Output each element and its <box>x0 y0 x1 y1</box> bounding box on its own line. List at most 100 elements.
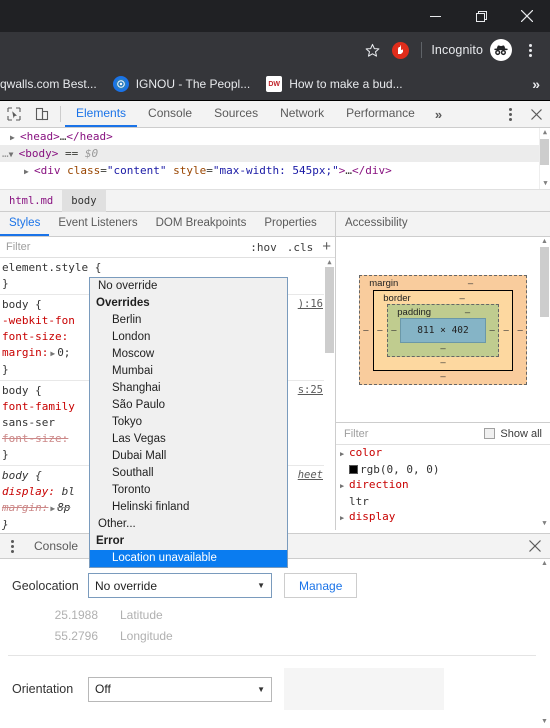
dropdown-option-mumbai[interactable]: Mumbai <box>90 363 287 380</box>
chrome-menu-icon[interactable] <box>516 36 544 64</box>
css-property[interactable]: font-size: <box>2 330 68 343</box>
maximize-button[interactable] <box>458 0 504 32</box>
close-button[interactable] <box>504 0 550 32</box>
rule-source-link[interactable]: heet <box>298 469 323 481</box>
tab-elements[interactable]: Elements <box>65 101 138 127</box>
box-model-scrollbar[interactable]: ▲ <box>539 237 550 422</box>
latitude-input[interactable]: 25.1988 <box>12 608 120 622</box>
dropdown-option-toronto[interactable]: Toronto <box>90 482 287 499</box>
dropdown-option-sao-paulo[interactable]: São Paulo <box>90 397 287 414</box>
dom-node-body[interactable]: …▼ <body> == $0 <box>0 145 550 162</box>
expand-shorthand-icon[interactable]: ▶ <box>48 501 57 517</box>
scroll-down-icon[interactable]: ▼ <box>539 519 550 528</box>
margin-left-value[interactable]: – <box>363 324 368 335</box>
box-model-margin[interactable]: margin – – – – border – – – – padding – … <box>359 274 527 385</box>
margin-bottom-value[interactable]: – <box>440 371 445 382</box>
devtools-close-icon[interactable] <box>522 108 550 120</box>
breadcrumb-body[interactable]: body <box>62 189 106 212</box>
tab-performance[interactable]: Performance <box>335 101 426 127</box>
scroll-up-icon[interactable]: ▲ <box>540 128 550 137</box>
device-toolbar-icon[interactable] <box>28 101 56 127</box>
scroll-up-icon[interactable]: ▲ <box>539 237 550 246</box>
css-property[interactable]: -webkit-fon <box>2 314 75 327</box>
scroll-down-icon[interactable]: ▼ <box>540 179 550 188</box>
tab-properties[interactable]: Properties <box>255 212 325 236</box>
dropdown-option-shanghai[interactable]: Shanghai <box>90 380 287 397</box>
manage-button[interactable]: Manage <box>284 573 358 598</box>
dropdown-option-other[interactable]: Other... <box>90 516 287 533</box>
more-tabs-icon[interactable]: » <box>426 101 451 127</box>
bookmarks-overflow-icon[interactable]: » <box>532 76 540 92</box>
css-property[interactable]: font-family <box>2 400 75 413</box>
border-right-value[interactable]: – <box>503 325 508 336</box>
css-value[interactable]: sans-ser <box>2 416 55 429</box>
drawer-close-icon[interactable] <box>520 540 550 552</box>
padding-bottom-value[interactable]: – <box>440 343 445 354</box>
geolocation-dropdown-menu[interactable]: No override Overrides Berlin London Mosc… <box>89 277 288 568</box>
chevron-down-icon[interactable]: ▼ <box>257 685 265 694</box>
box-model-content-size[interactable]: 811 × 402 <box>400 317 486 343</box>
css-property[interactable]: margin: <box>2 501 48 514</box>
rule-source-link[interactable]: s:25 <box>298 384 323 396</box>
tab-network[interactable]: Network <box>269 101 335 127</box>
scrollbar-thumb[interactable] <box>540 139 549 165</box>
tab-dom-breakpoints[interactable]: DOM Breakpoints <box>147 212 256 236</box>
styles-scrollbar[interactable]: ▲ <box>324 258 335 530</box>
cls-button[interactable]: .cls <box>282 241 319 254</box>
scroll-up-icon[interactable]: ▲ <box>324 258 335 267</box>
scroll-down-icon[interactable]: ▼ <box>539 717 550 726</box>
scrollbar-thumb[interactable] <box>325 267 334 353</box>
hov-button[interactable]: :hov <box>245 241 282 254</box>
margin-right-value[interactable]: – <box>517 324 522 335</box>
computed-property-row[interactable]: ▶ color <box>336 445 550 462</box>
css-property[interactable]: font-size: <box>2 432 68 445</box>
padding-right-value[interactable]: – <box>489 325 494 336</box>
tab-console[interactable]: Console <box>137 101 203 127</box>
bookmark-item[interactable]: qwalls.com Best... <box>0 72 105 96</box>
drawer-menu-icon[interactable] <box>0 539 24 553</box>
dropdown-option-moscow[interactable]: Moscow <box>90 346 287 363</box>
border-top-value[interactable]: – <box>459 293 464 304</box>
tab-sources[interactable]: Sources <box>203 101 269 127</box>
sensors-scrollbar[interactable]: ▲ ▼ <box>539 559 550 728</box>
box-model-padding[interactable]: padding – – – – 811 × 402 <box>387 303 499 357</box>
dropdown-option-las-vegas[interactable]: Las Vegas <box>90 431 287 448</box>
bookmark-item[interactable]: IGNOU - The Peopl... <box>105 72 259 96</box>
drawer-tab-console[interactable]: Console <box>24 539 88 553</box>
chevron-down-icon[interactable]: ▼ <box>257 581 265 590</box>
expand-triangle-icon[interactable]: ▶ <box>340 447 349 462</box>
dom-node-div[interactable]: ▶ <div class="content" style="max-width: … <box>0 162 550 179</box>
bookmark-star-icon[interactable] <box>358 36 386 64</box>
tab-event-listeners[interactable]: Event Listeners <box>49 212 146 236</box>
dropdown-option-southall[interactable]: Southall <box>90 465 287 482</box>
computed-filter-input[interactable]: Filter <box>344 428 484 440</box>
computed-property-row[interactable]: ▶ direction <box>336 477 550 494</box>
bookmark-item[interactable]: DW How to make a bud... <box>258 72 410 96</box>
devtools-settings-icon[interactable] <box>498 107 522 121</box>
computed-property-row[interactable]: ▶ display <box>336 509 550 526</box>
expand-shorthand-icon[interactable]: ▶ <box>48 346 57 362</box>
new-style-rule-button[interactable]: + <box>318 238 335 255</box>
extension-icon[interactable] <box>386 36 414 64</box>
scroll-up-icon[interactable]: ▲ <box>539 559 550 568</box>
expand-triangle-icon[interactable]: ▶ <box>10 129 20 146</box>
longitude-input[interactable]: 55.2796 <box>12 629 120 643</box>
margin-top-value[interactable]: – <box>468 278 473 289</box>
incognito-indicator[interactable]: Incognito <box>429 39 516 61</box>
border-bottom-value[interactable]: – <box>440 357 445 368</box>
dropdown-option-dubai-mall[interactable]: Dubai Mall <box>90 448 287 465</box>
scrollbar-thumb[interactable] <box>540 247 549 317</box>
expand-triangle-icon[interactable]: ▶ <box>340 479 349 494</box>
expand-triangle-icon[interactable]: ▶ <box>24 163 34 180</box>
geolocation-select[interactable]: No override ▼ <box>88 573 272 598</box>
css-value[interactable]: 0; <box>57 346 70 359</box>
rule-source-link[interactable]: ):16 <box>298 298 323 310</box>
box-model-border[interactable]: border – – – – padding – – – – 811 × 402 <box>373 289 513 371</box>
css-value[interactable]: bl <box>62 485 75 498</box>
inspect-element-icon[interactable] <box>0 101 28 127</box>
computed-scrollbar[interactable]: ▼ <box>539 445 550 530</box>
minimize-button[interactable] <box>412 0 458 32</box>
dropdown-option-no-override[interactable]: No override <box>90 278 287 295</box>
css-property[interactable]: margin: <box>2 346 48 359</box>
orientation-select[interactable]: Off ▼ <box>88 676 272 702</box>
